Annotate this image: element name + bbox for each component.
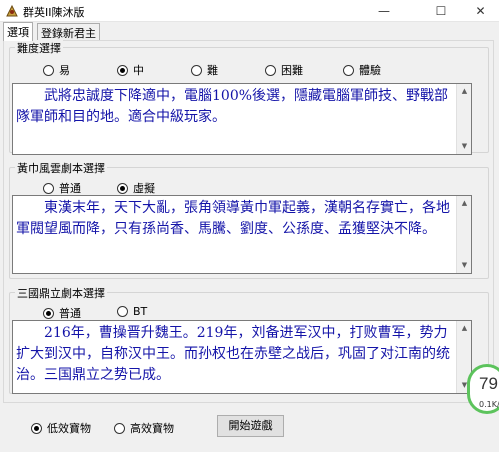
tab-options[interactable]: 選項 <box>3 22 33 41</box>
speed-percent: 79 <box>479 374 498 393</box>
difficulty-group-title: 難度選擇 <box>15 40 63 56</box>
scroll-up-icon[interactable]: ▲ <box>457 196 472 211</box>
yellow-turban-description-box[interactable]: 東漢末年，天下大亂，張角領導黃巾軍起義，漢朝名存實亡，各地軍閥望風而降，只有孫尚… <box>12 195 472 274</box>
radio-selected-icon <box>31 423 42 434</box>
radio-circle-icon <box>43 183 54 194</box>
app-icon <box>6 4 18 17</box>
speed-rate: 0.1K/s <box>479 400 499 409</box>
three-kingdoms-group-title: 三國鼎立劇本選擇 <box>15 285 107 301</box>
three-kingdoms-description: 216年，曹操晋升魏王。219年，刘备进军汉中，打败曹军，势力扩大到汉中，自称汉… <box>16 325 450 383</box>
radio-yellow-turban-normal[interactable]: 普通 <box>43 180 81 196</box>
title-bar: 群英II陳沐版 — ☐ ✕ <box>0 0 499 22</box>
radio-high-efficiency-treasure[interactable]: 高效寶物 <box>114 420 174 436</box>
radio-difficulty-easy[interactable]: 易 <box>43 62 70 78</box>
radio-circle-icon <box>114 423 125 434</box>
scroll-down-icon[interactable]: ▼ <box>457 258 472 273</box>
three-kingdoms-description-box[interactable]: 216年，曹操晋升魏王。219年，刘备进军汉中，打败曹军，势力扩大到汉中，自称汉… <box>12 320 472 394</box>
maximize-button[interactable]: ☐ <box>418 0 464 22</box>
radio-difficulty-experience[interactable]: 體驗 <box>343 62 381 78</box>
radio-low-efficiency-treasure[interactable]: 低效寶物 <box>31 420 91 436</box>
minimize-button[interactable]: — <box>361 0 407 22</box>
radio-circle-icon <box>43 65 54 76</box>
radio-three-kingdoms-bt[interactable]: BT <box>117 305 147 318</box>
close-button[interactable]: ✕ <box>462 0 499 22</box>
radio-selected-icon <box>117 65 128 76</box>
scroll-up-icon[interactable]: ▲ <box>457 321 472 336</box>
vertical-scrollbar[interactable]: ▲ ▼ <box>456 196 471 273</box>
radio-yellow-turban-virtual[interactable]: 虛擬 <box>117 180 155 196</box>
radio-difficulty-hard[interactable]: 難 <box>191 62 218 78</box>
difficulty-description: 武將忠誠度下降適中，電腦100%後選，隱藏電腦軍師技、野戰部隊軍師和目的地。適合… <box>16 88 449 125</box>
scroll-down-icon[interactable]: ▼ <box>457 139 472 154</box>
yellow-turban-description: 東漢末年，天下大亂，張角領導黃巾軍起義，漢朝名存實亡，各地軍閥望風而降，只有孫尚… <box>16 200 450 237</box>
network-speed-widget[interactable]: 79 0.1K/s <box>467 364 499 414</box>
radio-three-kingdoms-normal[interactable]: 普通 <box>43 305 81 321</box>
radio-difficulty-medium[interactable]: 中 <box>117 62 144 78</box>
tab-register-new-lord[interactable]: 登錄新君主 <box>37 23 100 40</box>
radio-circle-icon <box>191 65 202 76</box>
difficulty-description-box[interactable]: 武將忠誠度下降適中，電腦100%後選，隱藏電腦軍師技、野戰部隊軍師和目的地。適合… <box>12 83 472 155</box>
window-title: 群英II陳沐版 <box>23 6 85 19</box>
radio-selected-icon <box>43 308 54 319</box>
radio-circle-icon <box>343 65 354 76</box>
scroll-up-icon[interactable]: ▲ <box>457 84 472 99</box>
vertical-scrollbar[interactable]: ▲ ▼ <box>456 84 471 154</box>
yellow-turban-group-title: 黃巾風雲劇本選擇 <box>15 160 107 176</box>
radio-difficulty-very-hard[interactable]: 困難 <box>265 62 303 78</box>
radio-circle-icon <box>117 306 128 317</box>
start-game-button[interactable]: 開始遊戲 <box>217 415 284 437</box>
radio-selected-icon <box>117 183 128 194</box>
radio-circle-icon <box>265 65 276 76</box>
